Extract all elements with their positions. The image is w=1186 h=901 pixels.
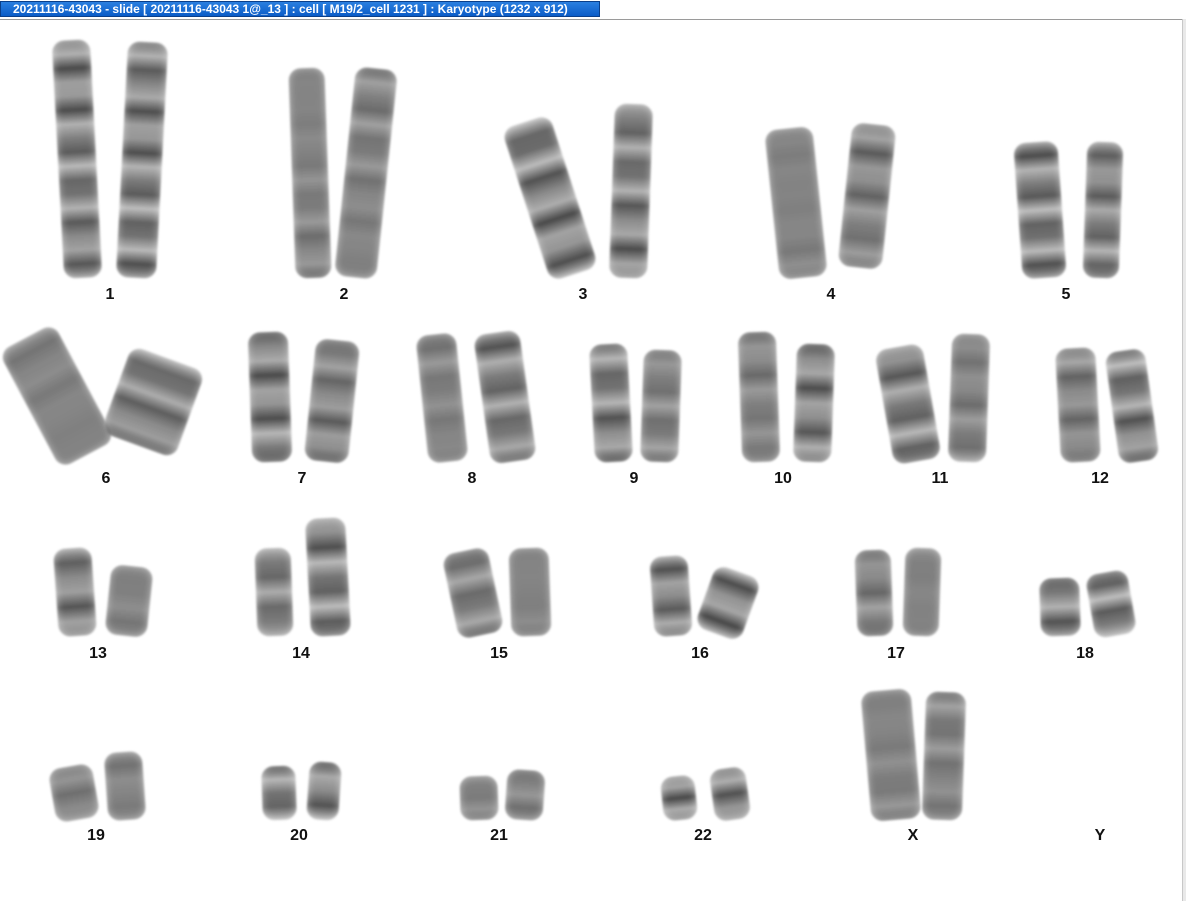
- window-title[interactable]: 20211116-43043 - slide [ 20211116-43043 …: [0, 1, 600, 17]
- chromosome-2-b[interactable]: [334, 66, 398, 280]
- chromosome-label-5: 5: [1061, 286, 1071, 303]
- chromosome-label-3: 3: [578, 286, 588, 303]
- chromosome-label-9: 9: [629, 470, 639, 487]
- chromosome-15-b[interactable]: [508, 547, 552, 637]
- chromosome-1-b[interactable]: [115, 41, 169, 279]
- chromosome-label-8: 8: [467, 470, 477, 487]
- chromosome-label-19: 19: [87, 827, 105, 844]
- window-right-border: [1182, 19, 1186, 901]
- chromosome-21-b[interactable]: [504, 768, 546, 822]
- chromosome-label-2: 2: [339, 286, 349, 303]
- chromosome-10-b[interactable]: [792, 343, 836, 463]
- chromosome-20-b[interactable]: [306, 760, 342, 822]
- chromosome-label-13: 13: [89, 645, 107, 662]
- chromosome-14-a[interactable]: [254, 547, 294, 637]
- chromosome-11-a[interactable]: [874, 342, 942, 466]
- chromosome-label-14: 14: [292, 645, 310, 662]
- chromosome-3-a[interactable]: [501, 114, 599, 282]
- chromosome-13-a[interactable]: [52, 546, 98, 638]
- chromosome-label-12: 12: [1091, 470, 1109, 487]
- chromosome-12-a[interactable]: [1055, 347, 1101, 463]
- chromosome-10-a[interactable]: [737, 331, 781, 463]
- chromosome-12-b[interactable]: [1104, 347, 1160, 465]
- chromosome-21-a[interactable]: [459, 775, 499, 821]
- chromosome-5-b[interactable]: [1082, 141, 1124, 279]
- chromosome-22-b[interactable]: [708, 765, 752, 823]
- chromosome-3-b[interactable]: [608, 103, 654, 279]
- window-titlebar: 20211116-43043 - slide [ 20211116-43043 …: [0, 0, 1186, 20]
- chromosome-19-b[interactable]: [103, 750, 147, 822]
- chromosome-18-b[interactable]: [1084, 568, 1138, 640]
- chromosome-label-17: 17: [887, 645, 905, 662]
- chromosome-label-10: 10: [774, 470, 792, 487]
- chromosome-label-15: 15: [490, 645, 508, 662]
- chromosome-x-a[interactable]: [860, 688, 922, 822]
- chromosome-label-x: X: [907, 827, 919, 844]
- chromosome-2-a[interactable]: [288, 67, 332, 279]
- chromosome-17-a[interactable]: [854, 549, 894, 637]
- chromosome-label-6: 6: [101, 470, 111, 487]
- chromosome-20-a[interactable]: [261, 765, 297, 821]
- chromosome-8-b[interactable]: [473, 329, 537, 465]
- chromosome-16-a[interactable]: [649, 554, 693, 638]
- chromosome-14-b[interactable]: [304, 517, 352, 637]
- chromosome-7-a[interactable]: [247, 331, 293, 463]
- chromosome-4-a[interactable]: [764, 125, 828, 281]
- chromosome-6-a[interactable]: [0, 323, 116, 469]
- chromosome-label-11: 11: [931, 470, 949, 487]
- chromosome-4-b[interactable]: [837, 122, 897, 270]
- chromosome-label-16: 16: [691, 645, 709, 662]
- chromosome-label-y: Y: [1094, 827, 1106, 844]
- chromosome-19-a[interactable]: [47, 762, 101, 824]
- chromosome-8-a[interactable]: [415, 332, 469, 464]
- chromosome-22-a[interactable]: [659, 774, 699, 822]
- chromosome-label-4: 4: [826, 286, 836, 303]
- chromosome-label-22: 22: [694, 827, 712, 844]
- chromosome-18-a[interactable]: [1039, 577, 1081, 637]
- chromosome-label-21: 21: [490, 827, 508, 844]
- chromosome-label-1: 1: [105, 286, 115, 303]
- chromosome-label-7: 7: [297, 470, 307, 487]
- chromosome-label-20: 20: [290, 827, 308, 844]
- chromosome-label-18: 18: [1076, 645, 1094, 662]
- chromosome-13-b[interactable]: [104, 563, 154, 639]
- chromosome-x-b[interactable]: [921, 691, 967, 821]
- chromosome-9-b[interactable]: [640, 349, 682, 463]
- chromosome-5-a[interactable]: [1013, 140, 1067, 280]
- chromosome-1-a[interactable]: [51, 39, 103, 279]
- chromosome-15-a[interactable]: [441, 546, 505, 640]
- chromosome-6-b[interactable]: [100, 345, 206, 459]
- chromosome-7-b[interactable]: [303, 338, 361, 464]
- chromosome-17-b[interactable]: [902, 547, 942, 637]
- chromosome-11-b[interactable]: [947, 333, 991, 463]
- chromosome-16-b[interactable]: [694, 563, 762, 643]
- chromosome-9-a[interactable]: [588, 343, 634, 463]
